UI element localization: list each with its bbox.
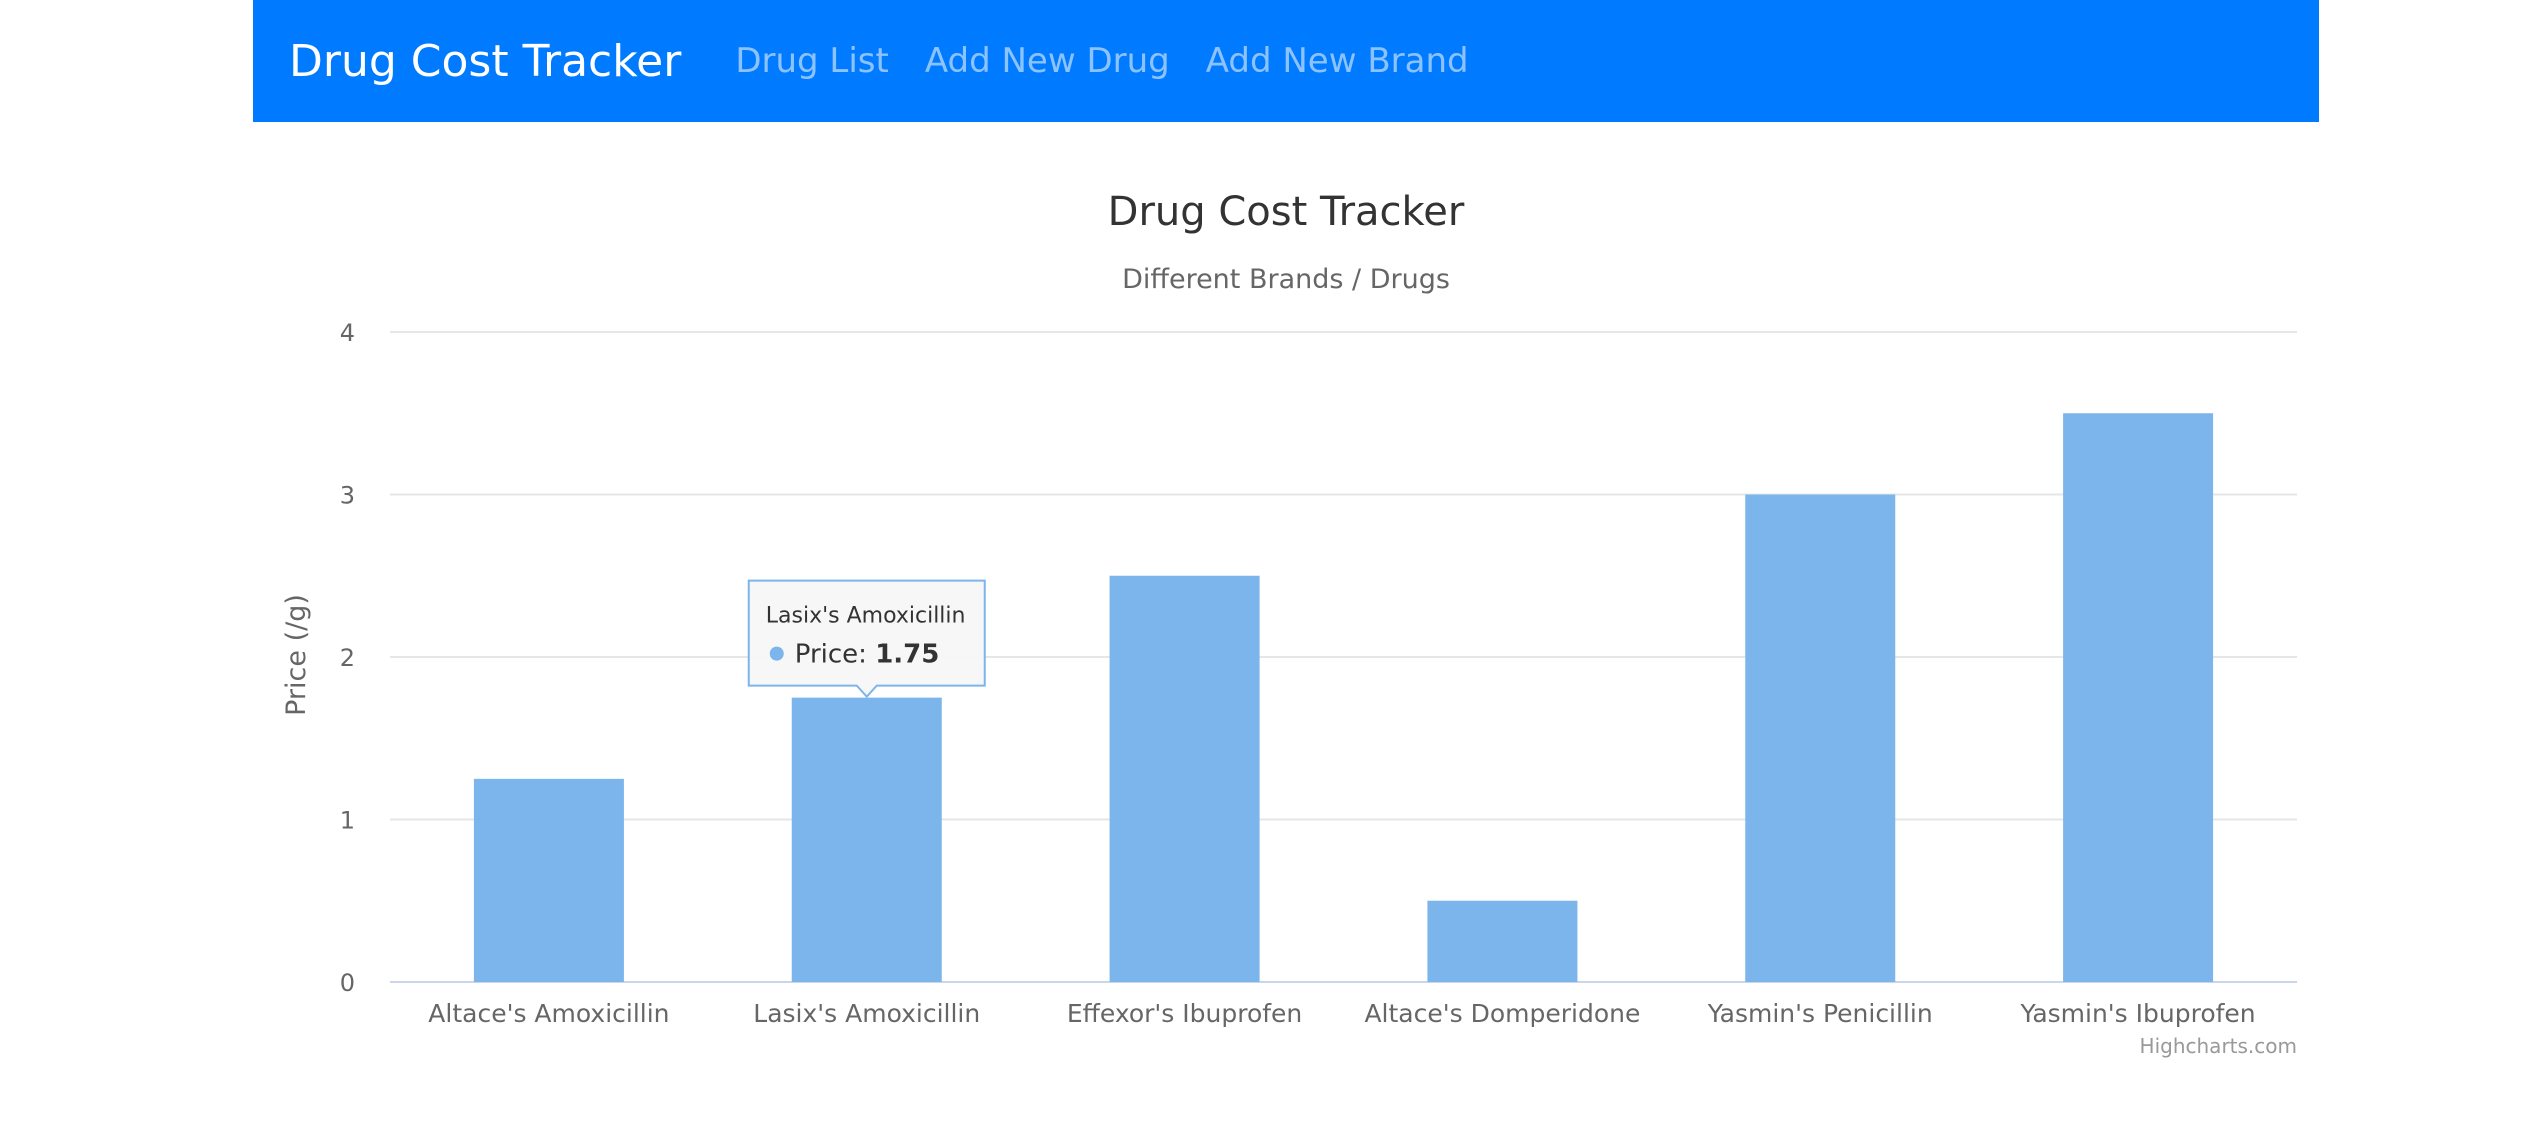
y-tick-label: 2 xyxy=(340,644,355,672)
x-tick-label: Altace's Domperidone xyxy=(1364,999,1640,1028)
y-tick-label: 0 xyxy=(340,969,355,997)
y-axis-title: Price (/g) xyxy=(281,594,312,716)
nav-add-new-brand[interactable]: Add New Brand xyxy=(1206,41,1469,81)
bar[interactable] xyxy=(1427,900,1578,982)
tooltip: Lasix's Amoxicillin Price: 1.75 xyxy=(747,579,986,699)
nav-add-new-drug[interactable]: Add New Drug xyxy=(925,41,1170,81)
bar[interactable] xyxy=(1745,494,1896,983)
y-tick-label: 4 xyxy=(340,319,355,347)
y-tick-label: 1 xyxy=(340,807,355,835)
y-tick-label: 3 xyxy=(340,482,355,510)
bar[interactable] xyxy=(473,778,624,982)
bar[interactable] xyxy=(1109,575,1260,982)
tooltip-category: Lasix's Amoxicillin xyxy=(766,604,966,629)
x-tick-label: Yasmin's Penicillin xyxy=(1707,999,1933,1028)
brand-link[interactable]: Drug Cost Tracker xyxy=(289,36,681,87)
x-tick-label: Effexor's Ibuprofen xyxy=(1067,999,1302,1028)
x-tick-label: Lasix's Amoxicillin xyxy=(753,999,980,1028)
bar-chart: Drug Cost Tracker Different Brands / Dru… xyxy=(281,189,2297,1058)
chart-container: Drug Cost Tracker Different Brands / Dru… xyxy=(253,150,2319,1080)
x-tick-label: Yasmin's Ibuprofen xyxy=(2019,999,2255,1028)
navbar: Drug Cost Tracker Drug List Add New Drug… xyxy=(253,0,2319,122)
x-tick-label: Altace's Amoxicillin xyxy=(428,999,669,1028)
credits-text[interactable]: Highcharts.com xyxy=(2140,1034,2297,1058)
bar[interactable] xyxy=(2063,413,2214,982)
tooltip-box xyxy=(747,579,986,699)
tooltip-value: Price: 1.75 xyxy=(795,640,940,670)
bar[interactable] xyxy=(791,697,942,982)
nav-drug-list[interactable]: Drug List xyxy=(735,41,889,81)
chart-title: Drug Cost Tracker xyxy=(1108,189,1465,235)
chart-subtitle: Different Brands / Drugs xyxy=(1122,264,1450,295)
tooltip-marker-icon xyxy=(769,646,784,661)
